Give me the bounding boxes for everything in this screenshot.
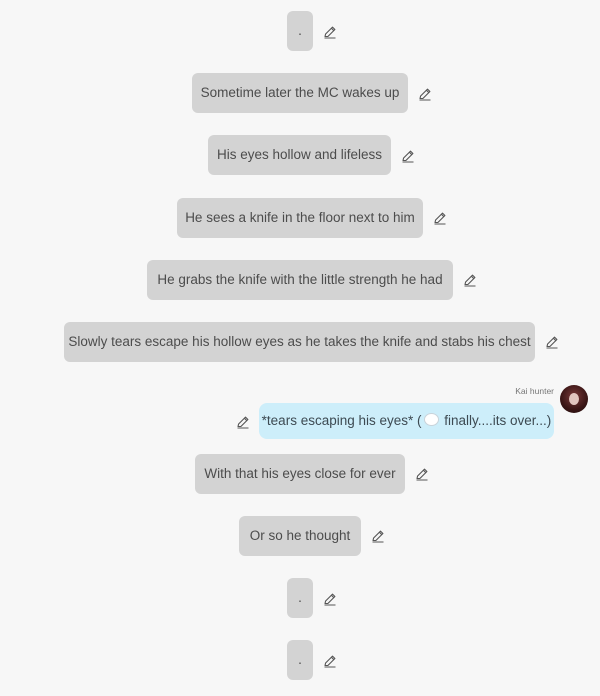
message-bubble: .	[287, 11, 313, 51]
edit-pencil-icon[interactable]	[415, 467, 429, 481]
edit-pencil-icon[interactable]	[236, 415, 250, 429]
message-text: .	[298, 590, 302, 605]
message-bubble: He grabs the knife with the little stren…	[147, 260, 453, 300]
message-bubble: He sees a knife in the floor next to him	[177, 198, 423, 238]
edit-pencil-icon[interactable]	[545, 335, 559, 349]
edit-pencil-icon[interactable]	[463, 273, 477, 287]
edit-pencil-icon[interactable]	[418, 87, 432, 101]
user-avatar[interactable]	[560, 385, 588, 413]
sender-name: Kai hunter	[515, 386, 554, 396]
thought-bubble-emoji-icon	[423, 413, 439, 426]
user-message-text-before: *tears escaping his eyes* (	[261, 413, 422, 428]
message-text: His eyes hollow and lifeless	[216, 147, 383, 162]
message-text: Or so he thought	[249, 528, 351, 543]
message-bubble: Sometime later the MC wakes up	[192, 73, 408, 113]
message-text: Sometime later the MC wakes up	[200, 85, 400, 100]
message-text: He sees a knife in the floor next to him	[185, 210, 415, 225]
message-text: .	[298, 652, 302, 667]
message-text: With that his eyes close for ever	[204, 466, 396, 481]
edit-pencil-icon[interactable]	[323, 654, 337, 668]
message-text: Slowly tears escape his hollow eyes as h…	[68, 334, 531, 349]
message-text: .	[298, 23, 302, 38]
user-message-bubble: *tears escaping his eyes* ( finally....i…	[259, 403, 554, 439]
message-bubble: .	[287, 578, 313, 618]
message-bubble: Or so he thought	[239, 516, 361, 556]
message-bubble: With that his eyes close for ever	[195, 454, 405, 494]
edit-pencil-icon[interactable]	[433, 211, 447, 225]
avatar-face	[569, 393, 579, 405]
edit-pencil-icon[interactable]	[323, 25, 337, 39]
edit-pencil-icon[interactable]	[371, 529, 385, 543]
message-bubble: Slowly tears escape his hollow eyes as h…	[64, 322, 535, 362]
edit-pencil-icon[interactable]	[401, 149, 415, 163]
message-bubble: .	[287, 640, 313, 680]
edit-pencil-icon[interactable]	[323, 592, 337, 606]
message-text: He grabs the knife with the little stren…	[157, 272, 443, 287]
user-message-text-after: finally....its over...)	[440, 413, 552, 428]
message-bubble: His eyes hollow and lifeless	[208, 135, 391, 175]
